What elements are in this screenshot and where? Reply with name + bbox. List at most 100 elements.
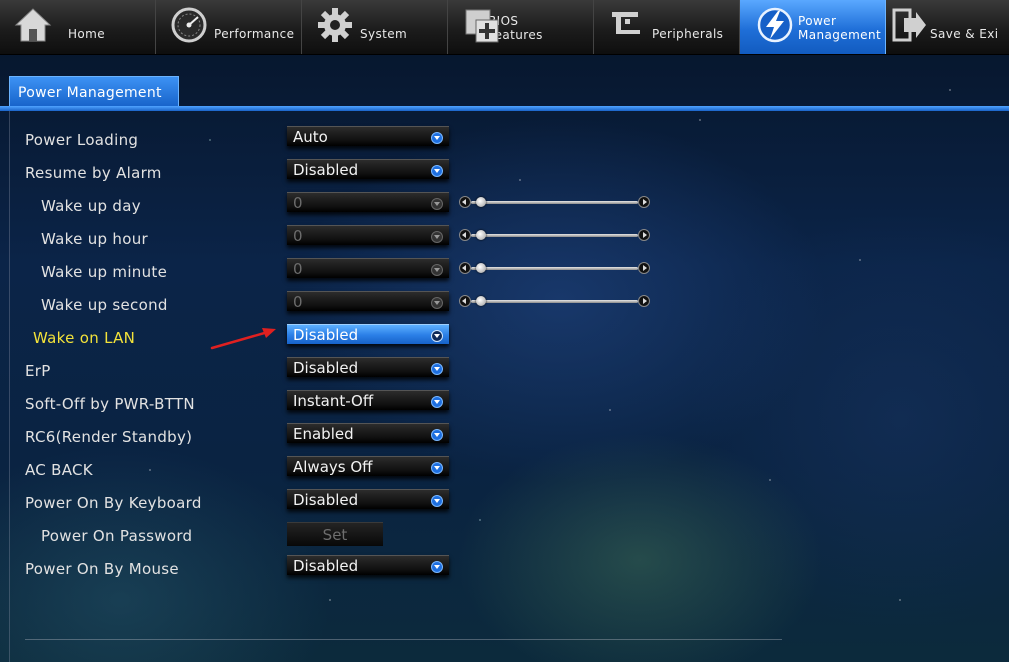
slider-right-arrow-icon[interactable] (638, 262, 650, 274)
setting-label: Power Loading (25, 131, 139, 149)
setting-label: ErP (25, 362, 51, 380)
setting-label: Power On Password (41, 527, 193, 545)
power-loading-dropdown[interactable]: Auto (287, 126, 449, 146)
dropdown-value: Disabled (293, 557, 359, 575)
chevron-down-icon (431, 495, 443, 507)
dropdown-value: Disabled (293, 326, 359, 344)
soft-off-dropdown[interactable]: Instant-Off (287, 390, 449, 410)
gauge-icon (171, 7, 207, 43)
dropdown-value: 0 (293, 293, 303, 311)
setting-label: Wake up hour (41, 230, 148, 248)
chevron-down-icon (431, 231, 443, 243)
wake-up-second-dropdown: 0 (287, 291, 449, 311)
tab-system-label: System (360, 27, 408, 41)
tab-bios-features[interactable]: BIOS Features (448, 0, 594, 54)
setting-row-power-on-password: Power On Password Set (0, 520, 1009, 553)
setting-row-wake-up-day: Wake up day 0 (0, 190, 1009, 223)
setting-row-soft-off: Soft-Off by PWR-BTTN Instant-Off (0, 388, 1009, 421)
rc6-dropdown[interactable]: Enabled (287, 423, 449, 443)
tab-home[interactable]: Home (0, 0, 156, 54)
wake-up-hour-dropdown: 0 (287, 225, 449, 245)
wake-up-hour-slider[interactable] (459, 229, 650, 243)
slider-track (471, 201, 638, 204)
dropdown-value: 0 (293, 260, 303, 278)
dropdown-value: Always Off (293, 458, 373, 476)
top-navigation: Home Performance System BIOS Features Pe… (0, 0, 1009, 55)
tab-save-exit-label: Save & Exi (930, 27, 999, 41)
chevron-down-icon (431, 330, 443, 342)
chip-plus-icon (465, 9, 499, 43)
resume-by-alarm-dropdown[interactable]: Disabled (287, 159, 449, 179)
tab-home-label: Home (68, 27, 106, 41)
slider-left-arrow-icon[interactable] (459, 262, 471, 274)
slider-thumb[interactable] (476, 230, 486, 240)
slider-thumb[interactable] (476, 296, 486, 306)
erp-dropdown[interactable]: Disabled (287, 357, 449, 377)
chevron-down-icon (431, 462, 443, 474)
chevron-down-icon (431, 363, 443, 375)
slider-right-arrow-icon[interactable] (638, 196, 650, 208)
setting-label: Power On By Keyboard (25, 494, 202, 512)
exit-door-icon (892, 8, 926, 42)
tab-performance[interactable]: Performance (156, 0, 302, 54)
wake-up-minute-slider[interactable] (459, 262, 650, 276)
power-bolt-icon (757, 7, 793, 43)
slider-thumb[interactable] (476, 197, 486, 207)
slider-thumb[interactable] (476, 263, 486, 273)
ac-back-dropdown[interactable]: Always Off (287, 456, 449, 476)
dropdown-value: Disabled (293, 491, 359, 509)
tab-peripherals-label: Peripherals (652, 27, 724, 41)
dropdown-value: Auto (293, 128, 328, 146)
setting-label-highlighted: Wake on LAN (33, 329, 136, 347)
chevron-down-icon (431, 165, 443, 177)
setting-label: Soft-Off by PWR-BTTN (25, 395, 195, 413)
setting-label: Wake up second (41, 296, 168, 314)
power-on-keyboard-dropdown[interactable]: Disabled (287, 489, 449, 509)
setting-row-wake-up-second: Wake up second 0 (0, 289, 1009, 322)
setting-row-wake-on-lan: Wake on LAN Disabled (0, 322, 1009, 355)
slider-right-arrow-icon[interactable] (638, 295, 650, 307)
setting-row-wake-up-hour: Wake up hour 0 (0, 223, 1009, 256)
tab-power-label-line1: Power (798, 14, 837, 28)
chevron-down-icon (431, 297, 443, 309)
tab-power-label-line2: Management (798, 28, 882, 42)
home-icon (14, 8, 52, 42)
setting-row-erp: ErP Disabled (0, 355, 1009, 388)
set-password-button[interactable]: Set (287, 522, 383, 546)
plug-icon (612, 12, 640, 34)
wake-up-day-slider[interactable] (459, 196, 650, 210)
setting-row-rc6: RC6(Render Standby) Enabled (0, 421, 1009, 454)
tab-save-exit[interactable]: Save & Exi (886, 0, 1009, 54)
chevron-down-icon (431, 396, 443, 408)
setting-row-ac-back: AC BACK Always Off (0, 454, 1009, 487)
chevron-down-icon (431, 561, 443, 573)
tab-system[interactable]: System (302, 0, 448, 54)
tab-performance-label: Performance (214, 27, 295, 41)
gear-icon (318, 8, 352, 42)
setting-label: Resume by Alarm (25, 164, 162, 182)
chevron-down-icon (431, 264, 443, 276)
slider-track (471, 300, 638, 303)
wake-on-lan-dropdown[interactable]: Disabled (287, 324, 449, 344)
slider-track (471, 234, 638, 237)
section-tab-power-management[interactable]: Power Management (9, 76, 179, 108)
tab-peripherals[interactable]: Peripherals (594, 0, 740, 54)
slider-left-arrow-icon[interactable] (459, 295, 471, 307)
dropdown-value: Disabled (293, 359, 359, 377)
slider-left-arrow-icon[interactable] (459, 196, 471, 208)
tab-power-management[interactable]: Power Management (740, 0, 886, 54)
slider-left-arrow-icon[interactable] (459, 229, 471, 241)
setting-label: Wake up minute (41, 263, 168, 281)
setting-row-power-on-keyboard: Power On By Keyboard Disabled (0, 487, 1009, 520)
setting-row-resume-by-alarm: Resume by Alarm Disabled (0, 157, 1009, 190)
divider (25, 639, 782, 640)
slider-right-arrow-icon[interactable] (638, 229, 650, 241)
chevron-down-icon (431, 198, 443, 210)
setting-row-wake-up-minute: Wake up minute 0 (0, 256, 1009, 289)
setting-label: Power On By Mouse (25, 560, 179, 578)
wake-up-second-slider[interactable] (459, 295, 650, 309)
power-on-mouse-dropdown[interactable]: Disabled (287, 555, 449, 575)
wake-up-day-dropdown: 0 (287, 192, 449, 212)
dropdown-value: Disabled (293, 161, 359, 179)
slider-track (471, 267, 638, 270)
